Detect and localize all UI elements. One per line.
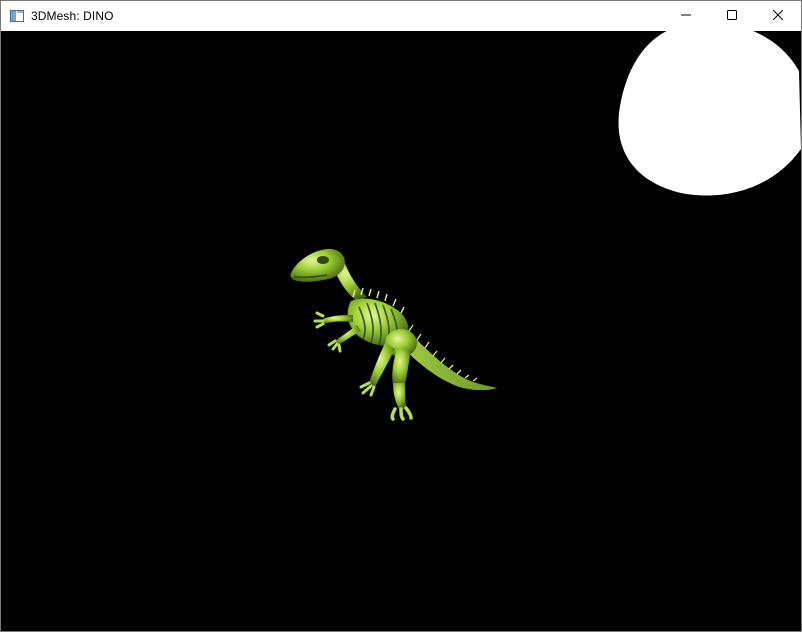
- maximize-button[interactable]: [709, 1, 755, 31]
- 3d-viewport[interactable]: [1, 31, 801, 631]
- app-window-icon: [9, 8, 25, 24]
- minimize-button[interactable]: [663, 1, 709, 31]
- scene-canvas: [290, 31, 801, 421]
- dino-arm-upper: [323, 315, 353, 324]
- title-bar[interactable]: 3DMesh: DINO: [1, 1, 801, 31]
- app-window: 3DMesh: DINO: [0, 0, 802, 632]
- dino-mesh: [290, 248, 497, 421]
- close-button[interactable]: [755, 1, 801, 31]
- light-blob: [618, 31, 801, 196]
- dino-claw-upper: [313, 311, 325, 329]
- dino-foot-front: [390, 406, 413, 421]
- minimize-icon: [681, 7, 691, 25]
- dino-leg-back: [369, 343, 395, 387]
- dino-shin-front: [393, 383, 407, 409]
- window-title: 3DMesh: DINO: [31, 9, 114, 23]
- maximize-icon: [727, 7, 737, 25]
- close-icon: [772, 7, 784, 25]
- window-controls: [663, 1, 801, 31]
